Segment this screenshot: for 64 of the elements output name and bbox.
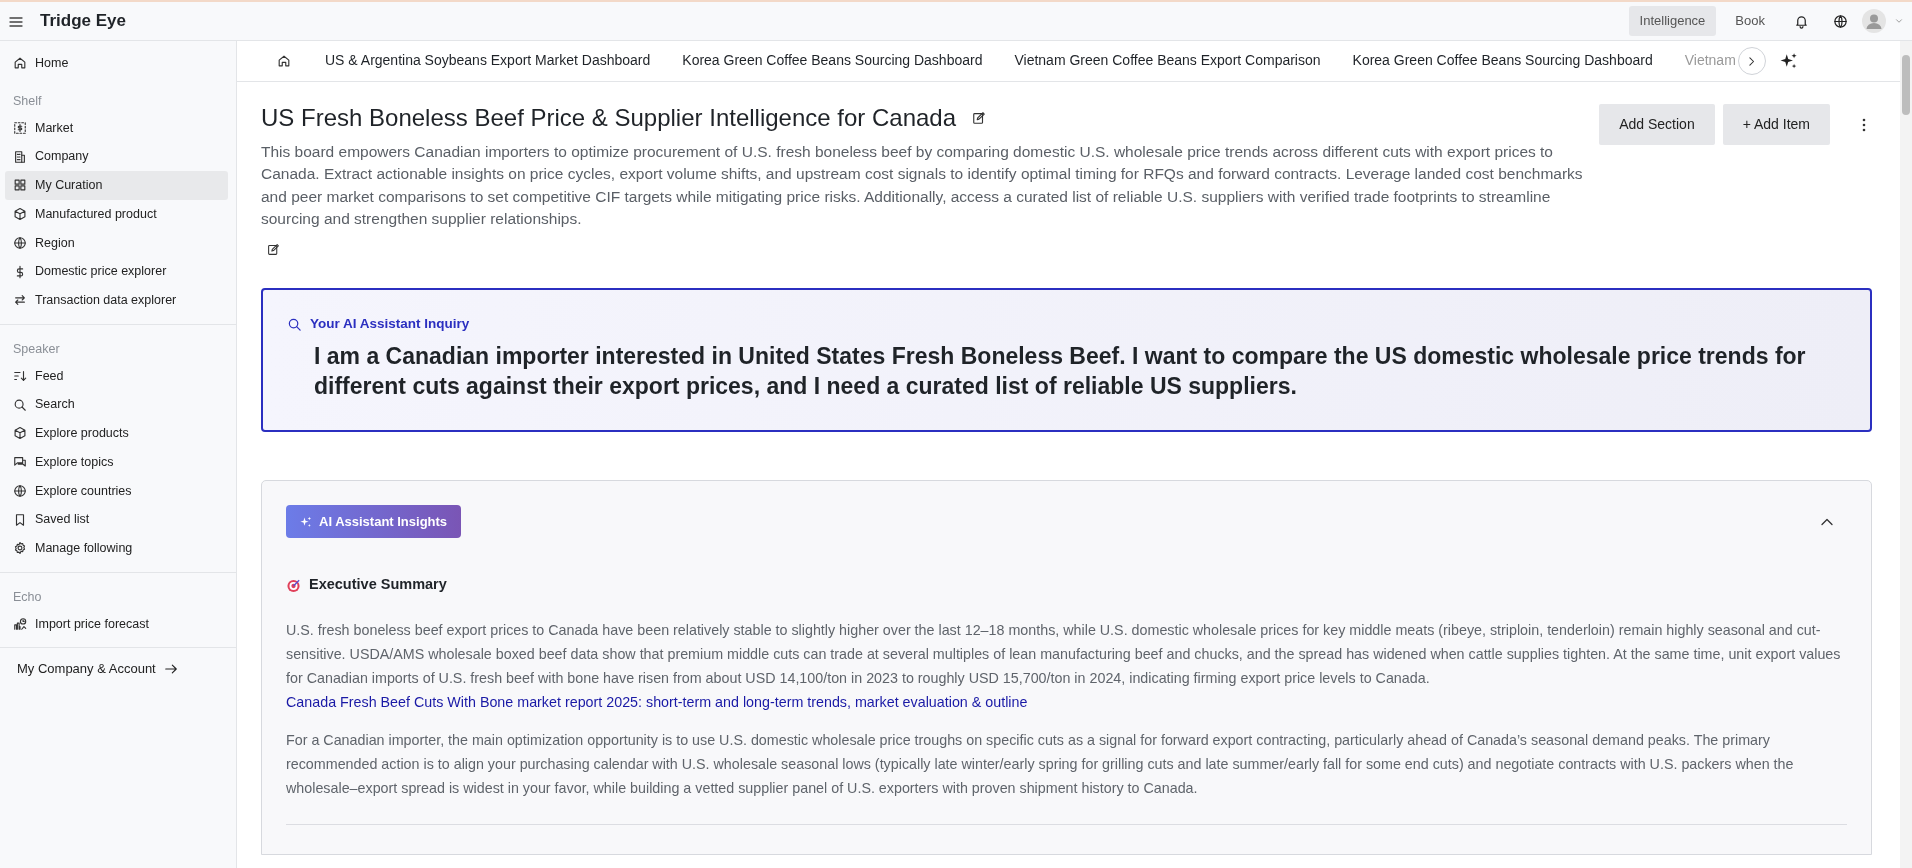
chart-clock-icon — [13, 616, 27, 631]
sort-icon — [13, 368, 27, 383]
sidebar-item[interactable]: Transaction data explorer — [5, 286, 228, 315]
tab[interactable]: Korea Green Coffee Beans Sourcing Dashboard — [666, 41, 999, 81]
sidebar-item[interactable]: Explore products — [5, 419, 228, 448]
nav-tab[interactable]: Book — [1724, 6, 1776, 36]
home-icon[interactable] — [277, 54, 291, 68]
inquiry-text: I am a Canadian importer interested in United States Fresh Boneless Beef. I want to compare the US domestic wholesale price trends for different cuts against their export prices, and I need a curated list of reliable US suppliers. — [313, 342, 1807, 402]
avatar-icon[interactable] — [1862, 9, 1886, 33]
sidebar-item[interactable]: Domestic price explorer — [5, 257, 228, 286]
sidebar-item[interactable]: Explore countries — [5, 476, 228, 506]
cube-icon — [13, 207, 27, 222]
settings-icon — [13, 541, 27, 556]
sidebar-item[interactable]: Feed — [5, 361, 228, 391]
sidebar-item[interactable]: Region — [5, 228, 228, 258]
notification-icon[interactable] — [1794, 13, 1809, 29]
section-heading: Speaker — [12, 340, 61, 358]
section-heading: Executive Summary — [309, 575, 447, 595]
sidebar-item[interactable]: Saved list — [5, 505, 228, 534]
tab[interactable]: Korea Green Coffee Beans Sourcing Dashboard — [1336, 41, 1669, 81]
app-title: Tridge Eye — [40, 10, 126, 33]
sidebar-item[interactable]: Manufactured product — [5, 199, 228, 229]
account-link[interactable]: My Company & Account — [0, 657, 195, 681]
search-icon — [13, 397, 27, 412]
globe-icon — [13, 483, 27, 498]
sparkle-icon — [1779, 52, 1798, 70]
board-title: US Fresh Boneless Beef Price & Supplier Intelligence for Canada — [261, 104, 957, 133]
swap-icon — [13, 293, 27, 308]
edit-icon[interactable] — [972, 111, 987, 126]
nav-tab[interactable]: Intelligence — [1628, 6, 1717, 36]
sidebar-item[interactable]: Market — [5, 113, 228, 143]
sidebar-item[interactable]: My Curation — [5, 171, 228, 200]
sidebar-item[interactable]: Search — [5, 390, 228, 419]
inquiry-label: Your AI Assistant Inquiry — [310, 314, 470, 333]
sidebar-item[interactable]: Company — [5, 142, 228, 171]
sidebar-item[interactable]: Home — [5, 49, 228, 78]
building-icon — [13, 149, 27, 164]
edit-icon[interactable] — [267, 242, 280, 256]
sidebar-item[interactable]: Explore topics — [5, 447, 228, 477]
search-icon — [287, 316, 302, 332]
sidebar-item[interactable]: Manage following — [5, 534, 228, 563]
board-button[interactable]: + Add Item — [1722, 104, 1830, 145]
board-button[interactable]: Add Section — [1599, 104, 1715, 145]
grid-icon — [13, 178, 27, 193]
arrow-right-icon — [163, 662, 178, 676]
globe-icon[interactable] — [1833, 13, 1848, 29]
home-icon — [13, 56, 27, 71]
summary-paragraph: U.S. fresh boneless beef export prices to Canada have been relatively stable to slightly higher over the last 12–18 months, while U.S. domestic wholesale prices for key middle meats (ribeye, striploin, tenderloin) remain highly seasonal and cut-sensitive. USDA/AMS wholesale boxed beef data show that premium middle cuts can trade at several multiples of lean manufacturing beef and chucks, and the spread has widened when cattle supplies tighten. At the same time, unit export values for Canadian imports of U.S. fresh beef with bone have risen from about USD 14,100/ton in 2023 to roughly USD 15,700/ton in 2024, indicating firming export price levels to Canada. Canada Fresh Beef Cuts With Bone market report 2025: short-term and long-term trends, market evaluation & outline — [286, 621, 1842, 713]
section-heading: Echo — [12, 588, 43, 606]
target-icon — [286, 577, 301, 593]
tab[interactable]: Vietnam Green Coffee Beans Export Comparison — [998, 41, 1337, 81]
dollar-box-icon — [13, 120, 27, 135]
cube-icon — [13, 426, 27, 441]
report-link[interactable]: Canada Fresh Beef Cuts With Bone market report 2025: short-term and long-term trends, market evaluation & outline — [286, 694, 1028, 711]
section-heading: Shelf — [12, 92, 43, 110]
bookmark-icon — [13, 512, 27, 527]
summary-paragraph: For a Canadian importer, the main optimization opportunity is to use U.S. domestic wholesale price troughs on specific cuts as a signal for forward export contracting, particularly ahead of Canada’s seasonal demand peaks. The primary recommended action is to align your purchasing calendar with U.S. wholesale seasonal lows (typically late winter/early spring for grilling cuts and late summer/early fall for some end cuts) and negotiate contracts with U.S. packers when the wholesale–export spread is widest in your favor, while building a vetted supplier panel of U.S. exporters with proven shipment history to Canada. — [286, 731, 1795, 799]
sidebar-item[interactable]: Import price forecast — [5, 609, 228, 639]
scrollbar[interactable] — [1900, 41, 1912, 868]
ai-insights-button[interactable]: AI Assistant Insights — [286, 504, 462, 539]
sparkle-icon — [300, 515, 312, 528]
board-description: This board empowers Canadian importers to optimize procurement of U.S. fresh boneless beef by comparing domestic U.S. wholesale price trends across different cuts with export prices to Canada. Extract actionable insights on price cycles, export volume shifts, and upstream cost signals to identify optimal timing for RFQs and forward contracts. Leverage landed cost benchmarks and peer market comparisons to set competitive CIF targets while mitigating price risks. Additionally, access a curated list of reliable U.S. suppliers with verified trade footprints to streamline sourcing and strengthen supplier relationships. — [261, 141, 1584, 230]
globe-icon — [13, 235, 27, 250]
tab[interactable]: US & Argentina Soybeans Export Market Dashboard — [309, 41, 667, 81]
